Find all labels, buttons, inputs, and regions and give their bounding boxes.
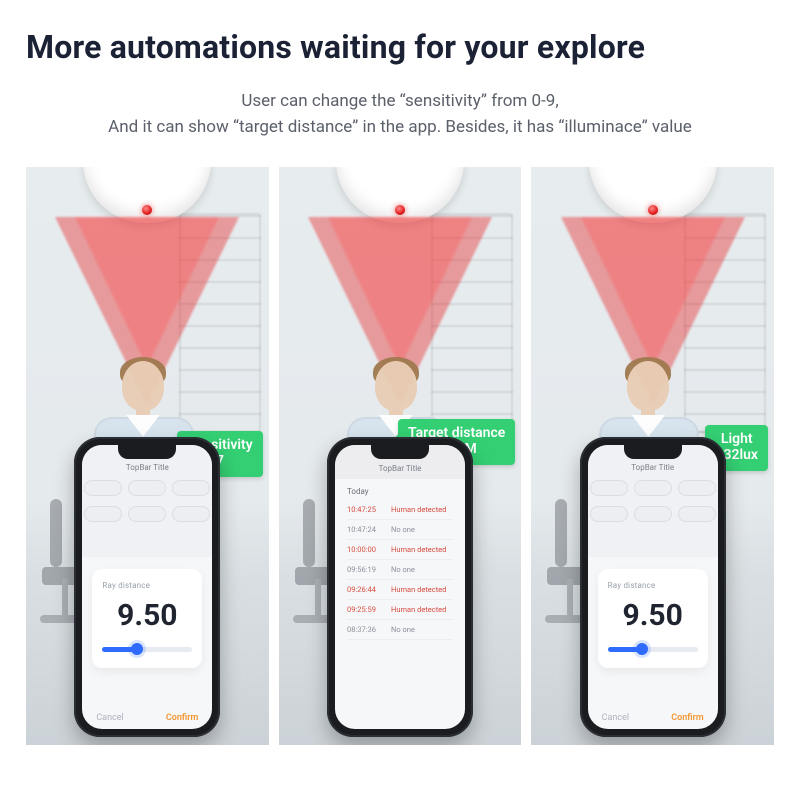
bubble-title: Light (715, 431, 758, 448)
phone-notch-icon (371, 445, 429, 459)
ceiling-sensor (336, 167, 464, 223)
subtitle-line: User can change the “sensitivity” from 0… (26, 88, 774, 114)
card-value: 9.50 (102, 598, 192, 633)
log-value: Human detected (391, 505, 446, 514)
panel-target-distance: Target distance 1.35M TopBar Title Today… (279, 167, 522, 745)
phone-screen: TopBar Title Ray distance 9.50 Cancel Co… (82, 445, 212, 729)
event-log: 10:47:25 Human detected 10:47:24 No one 10:0… (335, 500, 465, 640)
card-label: Ray distance (608, 581, 698, 590)
log-value: No one (391, 565, 415, 574)
app-topbar: TopBar Title (631, 463, 674, 472)
log-row: 09:26:44 Human detected (347, 580, 453, 600)
log-value: Human detected (391, 605, 446, 614)
log-time: 09:56:19 (347, 565, 383, 574)
log-day: Today (335, 479, 465, 500)
phone-screen: TopBar Title Ray distance 9.50 Cancel Co… (588, 445, 718, 729)
slider[interactable] (608, 647, 698, 652)
sensor-led-icon (648, 205, 658, 215)
log-row: 10:47:24 No one (347, 520, 453, 540)
phone-mockup: TopBar Title Today 10:47:25Human detecte… (327, 437, 473, 737)
page-subtitle: User can change the “sensitivity” from 0… (26, 88, 774, 141)
phone-mockup: TopBar Title Ray distance 9.50 Cancel Co… (580, 437, 726, 737)
panel-row: Sensitivity 7 TopBar Title Ray distance … (26, 167, 774, 745)
log-value: Human detected (391, 545, 446, 554)
log-time: 08:37:36 (347, 625, 383, 634)
app-topbar: TopBar Title (126, 463, 169, 472)
confirm-button[interactable]: Confirm (166, 713, 198, 723)
card-label: Ray distance (102, 581, 192, 590)
log-row: 09:25:59 Human detected (347, 600, 453, 620)
ceiling-sensor (83, 167, 211, 223)
ceiling-sensor (589, 167, 717, 223)
cancel-button[interactable]: Cancel (602, 713, 629, 723)
log-time: 10:47:25 (347, 505, 383, 514)
product-marketing-image: More automations waiting for your explor… (0, 0, 800, 800)
log-value: Human detected (391, 585, 446, 594)
sensor-led-icon (395, 205, 405, 215)
value-card: Ray distance 9.50 (92, 569, 202, 668)
panel-sensitivity: Sensitivity 7 TopBar Title Ray distance … (26, 167, 269, 745)
value-card: Ray distance 9.50 (598, 569, 708, 668)
log-time: 10:47:24 (347, 525, 383, 534)
confirm-button[interactable]: Confirm (671, 713, 703, 723)
sensor-led-icon (142, 205, 152, 215)
log-row: 09:56:19 No one (347, 560, 453, 580)
phone-notch-icon (624, 445, 682, 459)
log-row: 10:00:00 Human detected (347, 540, 453, 560)
log-value: No one (391, 525, 415, 534)
phone-mockup: TopBar Title Ray distance 9.50 Cancel Co… (74, 437, 220, 737)
phone-screen: TopBar Title Today 10:47:25Human detecte… (335, 445, 465, 729)
card-value: 9.50 (608, 598, 698, 633)
subtitle-line: And it can show “target distance” in the… (26, 114, 774, 140)
log-time: 09:26:44 (347, 585, 383, 594)
slider-knob-icon[interactable] (131, 643, 143, 655)
log-time: 10:00:00 (347, 545, 383, 554)
log-row: 10:47:25 Human detected (347, 500, 453, 520)
slider-knob-icon[interactable] (636, 643, 648, 655)
phone-notch-icon (118, 445, 176, 459)
log-row: 08:37:36 No one (347, 620, 453, 640)
slider[interactable] (102, 647, 192, 652)
panel-light: Light 232lux TopBar Title Ray distance 9… (531, 167, 774, 745)
cancel-button[interactable]: Cancel (96, 713, 123, 723)
log-value: No one (391, 625, 415, 634)
page-title: More automations waiting for your explor… (26, 28, 774, 66)
log-time: 09:25:59 (347, 605, 383, 614)
